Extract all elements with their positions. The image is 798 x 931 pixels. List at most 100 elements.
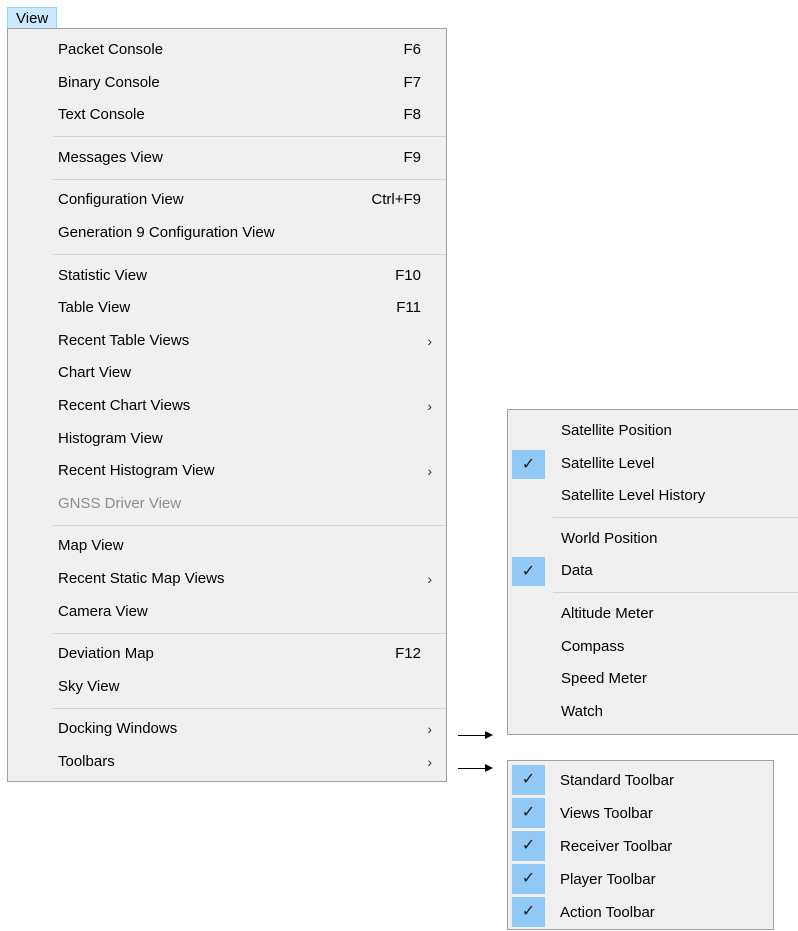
menu-item-shortcut: F10: [395, 266, 421, 284]
menu-item-shortcut: F8: [403, 106, 421, 124]
menu-item-label: Toolbars: [58, 752, 115, 770]
menu-item-binary-console[interactable]: Binary Console F7: [8, 67, 446, 100]
menu-item-recent-histogram-view[interactable]: Recent Histogram View ›: [8, 455, 446, 488]
menu-item-label: Map View: [58, 537, 124, 555]
menu-view[interactable]: View: [7, 7, 58, 29]
menu-item-messages-view[interactable]: Messages View F9: [8, 142, 446, 175]
menu-item-map-view[interactable]: Map View: [8, 530, 446, 563]
menu-item-label: Data: [561, 562, 593, 580]
menu-item-label: Sky View: [58, 677, 120, 695]
menu-item-satellite-level-history[interactable]: Satellite Level History: [508, 480, 798, 513]
menu-item-deviation-map[interactable]: Deviation Map F12: [8, 638, 446, 671]
menu-item-label: Compass: [561, 637, 625, 655]
menu-separator: [53, 707, 446, 709]
menu-item-player-toolbar[interactable]: ✓ Player Toolbar: [508, 863, 773, 896]
menu-item-standard-toolbar[interactable]: ✓ Standard Toolbar: [508, 764, 773, 797]
checkmark-icon: ✓: [512, 798, 545, 828]
menu-item-label: Action Toolbar: [560, 904, 655, 921]
menu-item-views-toolbar[interactable]: ✓ Views Toolbar: [508, 797, 773, 830]
menu-item-sky-view[interactable]: Sky View: [8, 671, 446, 704]
menu-item-receiver-toolbar[interactable]: ✓ Receiver Toolbar: [508, 830, 773, 863]
menu-item-label: Satellite Level History: [561, 487, 706, 505]
menu-item-label: Watch: [561, 702, 603, 720]
menu-separator: [53, 136, 446, 138]
menu-item-recent-static-map-views[interactable]: Recent Static Map Views ›: [8, 563, 446, 596]
menu-item-recent-table-views[interactable]: Recent Table Views ›: [8, 325, 446, 358]
docking-pointer-line: [458, 735, 486, 736]
menu-item-label: Altitude Meter: [561, 604, 654, 622]
menu-item-label: Player Toolbar: [560, 871, 656, 888]
menu-item-shortcut: F12: [395, 645, 421, 663]
docking-pointer-arrowhead: [485, 731, 493, 739]
menu-item-satellite-position[interactable]: Satellite Position: [508, 415, 798, 448]
menu-item-altitude-meter[interactable]: Altitude Meter: [508, 598, 798, 631]
menu-item-text-console[interactable]: Text Console F8: [8, 99, 446, 132]
menu-item-shortcut: F6: [403, 41, 421, 58]
menu-separator: [53, 254, 446, 256]
menu-item-label: Recent Chart Views: [58, 396, 191, 414]
menu-item-label: Histogram View: [58, 429, 163, 447]
menu-item-shortcut: F11: [396, 299, 421, 317]
menu-item-toolbars[interactable]: Toolbars ›: [8, 746, 446, 779]
checkmark-icon: ✓: [512, 831, 545, 861]
menu-item-label: Deviation Map: [58, 645, 154, 663]
menu-item-satellite-level[interactable]: ✓ Satellite Level: [508, 448, 798, 481]
menu-item-label: World Position: [561, 529, 658, 547]
menu-item-label: Binary Console: [58, 73, 160, 91]
menu-item-gnss-driver-view: GNSS Driver View: [8, 488, 446, 521]
menu-item-label: Messages View: [58, 148, 163, 166]
menu-item-label: Statistic View: [58, 266, 147, 284]
chevron-right-icon: ›: [427, 463, 432, 480]
docking-windows-submenu: Satellite Position ✓ Satellite Level Satell…: [507, 409, 798, 735]
menu-item-label: Text Console: [58, 106, 145, 124]
menu-item-watch[interactable]: Watch: [508, 696, 798, 729]
menu-separator: [553, 517, 798, 519]
chevron-right-icon: ›: [427, 397, 432, 414]
menu-item-label: GNSS Driver View: [58, 494, 182, 512]
toolbars-submenu: ✓ Standard Toolbar ✓ Views Toolbar ✓ Receiver…: [507, 760, 774, 930]
menu-item-label: Chart View: [58, 364, 132, 382]
menu-item-shortcut: F9: [403, 148, 421, 166]
checkmark-icon: ✓: [512, 864, 545, 894]
menu-item-camera-view[interactable]: Camera View: [8, 596, 446, 629]
view-dropdown-menu: Packet Console F6 Binary Console F7 Text Con…: [7, 28, 447, 782]
chevron-right-icon: ›: [427, 721, 432, 738]
menu-item-shortcut: F7: [403, 73, 421, 91]
checkmark-icon: ✓: [512, 449, 545, 479]
toolbars-pointer-arrowhead: [485, 764, 493, 772]
menu-item-label: Configuration View: [58, 191, 184, 209]
chevron-right-icon: ›: [427, 753, 432, 770]
menu-item-label: Recent Table Views: [58, 331, 190, 349]
menu-item-speed-meter[interactable]: Speed Meter: [508, 663, 798, 696]
menu-item-table-view[interactable]: Table View F11: [8, 292, 446, 325]
toolbars-pointer-line: [458, 768, 486, 769]
menu-item-world-position[interactable]: World Position: [508, 523, 798, 556]
menu-item-label: Packet Console: [58, 41, 164, 58]
menu-item-label: Views Toolbar: [560, 805, 653, 822]
menu-item-histogram-view[interactable]: Histogram View: [8, 423, 446, 456]
menu-item-label: Satellite Level: [561, 454, 655, 472]
menu-separator: [53, 632, 446, 634]
menu-separator: [553, 592, 798, 594]
menu-item-configuration-view[interactable]: Configuration View Ctrl+F9: [8, 184, 446, 217]
menu-item-chart-view[interactable]: Chart View: [8, 357, 446, 390]
menu-item-recent-chart-views[interactable]: Recent Chart Views ›: [8, 390, 446, 423]
checkmark-icon: ✓: [512, 897, 545, 927]
menu-item-label: Standard Toolbar: [560, 772, 674, 789]
checkmark-icon: ✓: [512, 765, 545, 795]
menu-item-label: Docking Windows: [58, 720, 178, 738]
menu-item-label: Recent Histogram View: [58, 462, 215, 480]
menu-item-label: Satellite Position: [561, 422, 672, 439]
chevron-right-icon: ›: [427, 332, 432, 349]
menu-separator: [53, 524, 446, 526]
menu-item-docking-windows[interactable]: Docking Windows ›: [8, 713, 446, 746]
menu-item-statistic-view[interactable]: Statistic View F10: [8, 260, 446, 293]
menu-item-action-toolbar[interactable]: ✓ Action Toolbar: [508, 896, 773, 929]
menu-item-generation-9-configuration-view[interactable]: Generation 9 Configuration View: [8, 217, 446, 250]
checkmark-icon: ✓: [512, 557, 545, 587]
menu-item-packet-console[interactable]: Packet Console F6: [8, 34, 446, 67]
menu-item-compass[interactable]: Compass: [508, 631, 798, 664]
chevron-right-icon: ›: [427, 570, 432, 587]
menu-item-data[interactable]: ✓ Data: [508, 555, 798, 588]
menu-item-label: Table View: [58, 299, 131, 317]
